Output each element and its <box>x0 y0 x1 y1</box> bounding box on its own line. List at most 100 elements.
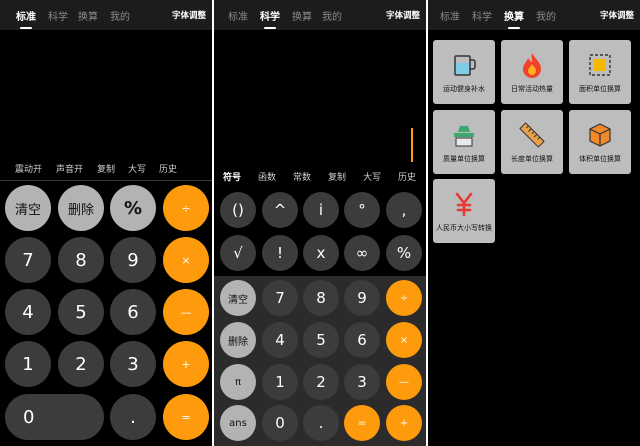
input-cursor <box>411 128 413 162</box>
equals-button[interactable]: = <box>344 405 380 441</box>
parentheses-button[interactable]: () <box>220 192 256 228</box>
divider <box>0 180 212 181</box>
top-bar: 标准 科学 换算 我的 字体调整 <box>214 0 426 30</box>
clear-button[interactable]: 清空 <box>5 185 51 231</box>
pi-button[interactable]: π <box>220 364 256 400</box>
degree-button[interactable]: ° <box>344 192 380 228</box>
key-7[interactable]: 7 <box>262 280 298 316</box>
tab-mine[interactable]: 我的 <box>536 8 556 23</box>
font-adjust-button[interactable]: 字体调整 <box>386 9 420 21</box>
multiply-button[interactable]: × <box>163 237 209 283</box>
constants-tab[interactable]: 常数 <box>293 170 311 183</box>
copy-button[interactable]: 复制 <box>97 162 115 175</box>
uppercase-button[interactable]: 大写 <box>363 170 381 183</box>
key-3[interactable]: 3 <box>110 341 156 387</box>
factorial-button[interactable]: ! <box>262 235 298 271</box>
imaginary-button[interactable]: i <box>303 192 339 228</box>
sqrt-button[interactable]: √ <box>220 235 256 271</box>
key-5[interactable]: 5 <box>303 322 339 358</box>
delete-button[interactable]: 删除 <box>58 185 104 231</box>
copy-button[interactable]: 复制 <box>328 170 346 183</box>
add-button[interactable]: + <box>386 405 422 441</box>
decimal-point-button[interactable]: . <box>110 394 156 440</box>
tile-label: 质量单位换算 <box>443 155 485 163</box>
multiply-button[interactable]: × <box>386 322 422 358</box>
tab-scientific[interactable]: 科学 <box>472 8 492 23</box>
key-4[interactable]: 4 <box>5 289 51 335</box>
key-0[interactable]: 0 <box>5 394 104 440</box>
tile-volume-conversion[interactable]: 体积单位换算 <box>569 110 631 174</box>
comma-button[interactable]: , <box>386 192 422 228</box>
percent-button[interactable]: % <box>386 235 422 271</box>
key-8[interactable]: 8 <box>303 280 339 316</box>
scale-icon <box>454 126 474 147</box>
add-button[interactable]: + <box>163 341 209 387</box>
tile-daily-calories[interactable]: 日常活动热量 <box>501 40 563 104</box>
tile-label: 日常活动热量 <box>511 85 553 93</box>
subtract-button[interactable]: — <box>163 289 209 335</box>
tab-mine[interactable]: 我的 <box>110 8 130 23</box>
divide-button[interactable]: ÷ <box>386 280 422 316</box>
ruler-icon <box>519 122 545 148</box>
key-8[interactable]: 8 <box>58 237 104 283</box>
functions-tab[interactable]: 函数 <box>258 170 276 183</box>
scientific-calculator-panel: 标准 科学 换算 我的 字体调整 符号 函数 常数 复制 大写 历史 () ^ … <box>214 0 426 446</box>
tile-exercise-hydration[interactable]: 运动健身补水 <box>433 40 495 104</box>
tab-scientific[interactable]: 科学 <box>48 8 68 23</box>
history-button[interactable]: 历史 <box>398 170 416 183</box>
tile-length-conversion[interactable]: 长度单位换算 <box>501 110 563 174</box>
tab-conversion[interactable]: 换算 <box>292 8 312 23</box>
tab-scientific[interactable]: 科学 <box>260 8 280 29</box>
tile-area-conversion[interactable]: 面积单位换算 <box>569 40 631 104</box>
key-4[interactable]: 4 <box>262 322 298 358</box>
sound-toggle[interactable]: 声音开 <box>56 162 83 175</box>
equals-button[interactable]: = <box>163 394 209 440</box>
history-button[interactable]: 历史 <box>159 162 177 175</box>
cup-icon <box>454 55 476 76</box>
key-2[interactable]: 2 <box>58 341 104 387</box>
key-1[interactable]: 1 <box>262 364 298 400</box>
percent-button[interactable]: % <box>110 185 156 231</box>
key-9[interactable]: 9 <box>344 280 380 316</box>
symbols-tab[interactable]: 符号 <box>223 170 241 183</box>
standard-calculator-panel: 标准 科学 换算 我的 字体调整 震动开 声音开 复制 大写 历史 清空 删除 … <box>0 0 212 446</box>
tile-label: 运动健身补水 <box>443 85 485 93</box>
clear-button[interactable]: 清空 <box>220 280 256 316</box>
ans-button[interactable]: ans <box>220 405 256 441</box>
tile-label: 体积单位换算 <box>579 155 621 163</box>
subtract-button[interactable]: — <box>386 364 422 400</box>
key-0[interactable]: 0 <box>262 405 298 441</box>
tab-mine[interactable]: 我的 <box>322 8 342 23</box>
tab-standard[interactable]: 标准 <box>440 8 460 23</box>
vibration-toggle[interactable]: 震动开 <box>15 162 42 175</box>
tab-standard[interactable]: 标准 <box>16 8 36 29</box>
infinity-button[interactable]: ∞ <box>344 235 380 271</box>
area-icon <box>589 54 611 76</box>
power-button[interactable]: ^ <box>262 192 298 228</box>
font-adjust-button[interactable]: 字体调整 <box>600 9 634 21</box>
tab-conversion[interactable]: 换算 <box>78 8 98 23</box>
key-7[interactable]: 7 <box>5 237 51 283</box>
key-1[interactable]: 1 <box>5 341 51 387</box>
key-6[interactable]: 6 <box>344 322 380 358</box>
tile-rmb-case-conversion[interactable]: 人民币大小写转换 <box>433 179 495 243</box>
key-6[interactable]: 6 <box>110 289 156 335</box>
top-bar: 标准 科学 换算 我的 字体调整 <box>428 0 640 30</box>
divide-button[interactable]: ÷ <box>163 185 209 231</box>
key-2[interactable]: 2 <box>303 364 339 400</box>
key-3[interactable]: 3 <box>344 364 380 400</box>
tile-mass-conversion[interactable]: 质量单位换算 <box>433 110 495 174</box>
key-5[interactable]: 5 <box>58 289 104 335</box>
tab-conversion[interactable]: 换算 <box>504 8 524 29</box>
cube-icon <box>589 123 611 147</box>
tile-label: 长度单位换算 <box>511 155 553 163</box>
delete-button[interactable]: 删除 <box>220 322 256 358</box>
decimal-point-button[interactable]: . <box>303 405 339 441</box>
font-adjust-button[interactable]: 字体调整 <box>172 9 206 21</box>
top-bar: 标准 科学 换算 我的 字体调整 <box>0 0 212 30</box>
uppercase-button[interactable]: 大写 <box>128 162 146 175</box>
tab-standard[interactable]: 标准 <box>228 8 248 23</box>
tile-label: 面积单位换算 <box>579 85 621 93</box>
key-9[interactable]: 9 <box>110 237 156 283</box>
variable-x-button[interactable]: x <box>303 235 339 271</box>
